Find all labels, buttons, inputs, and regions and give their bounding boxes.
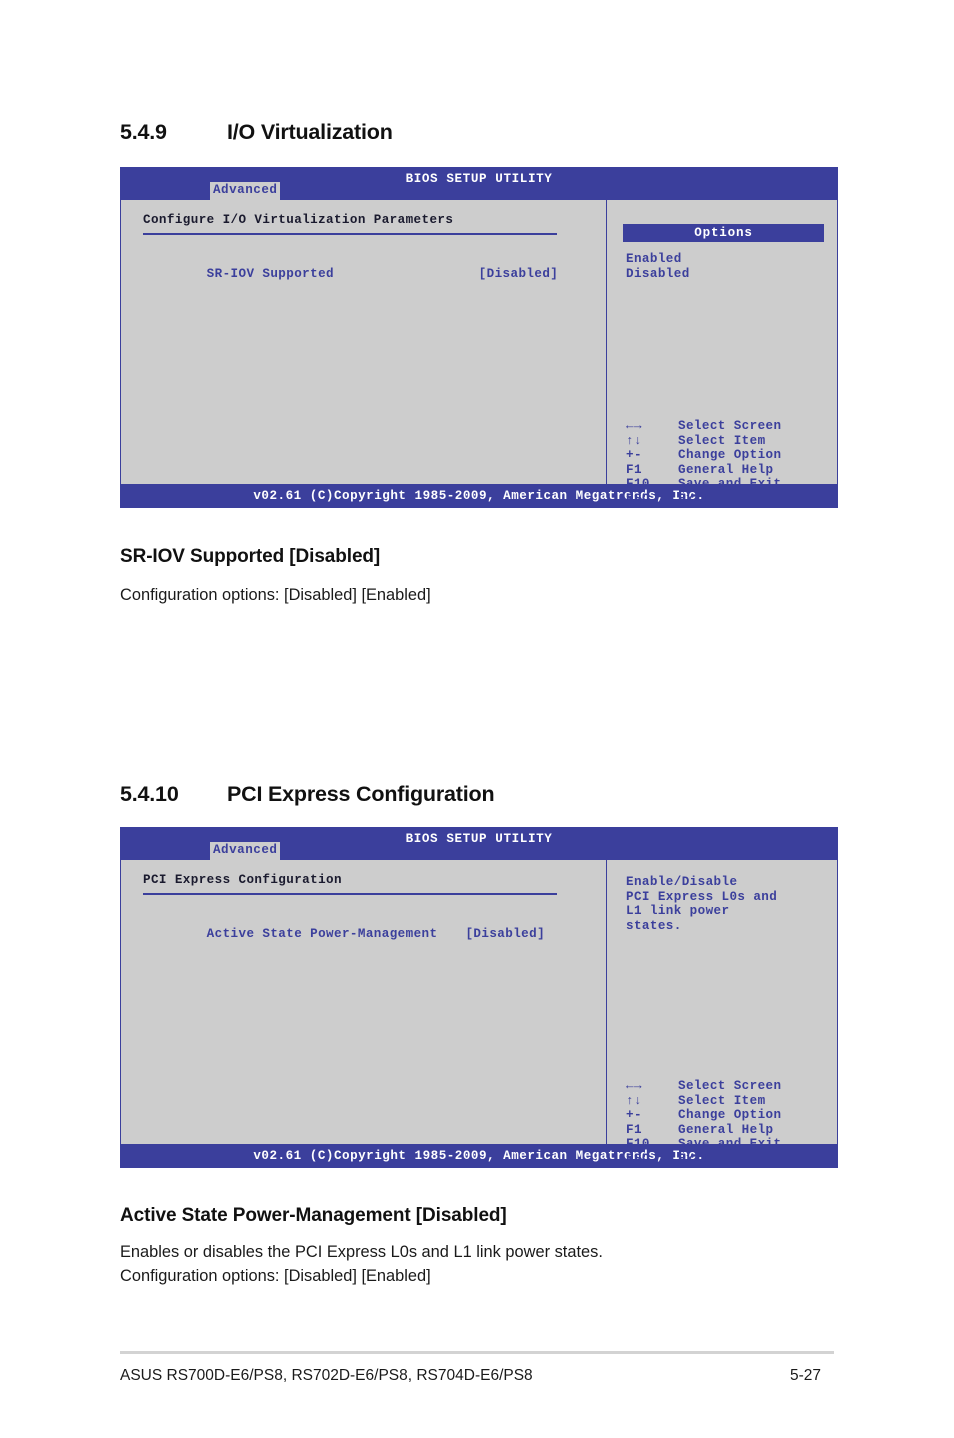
key-glyph-select-item: ↑↓ (626, 1093, 642, 1108)
tab-advanced[interactable]: Advanced (210, 842, 281, 860)
description-body-sr-iov: Configuration options: [Disabled] [Enabl… (120, 584, 431, 608)
section-title: I/O Virtualization (227, 120, 393, 144)
key-legend-row: F10 Save and Exit (626, 1137, 781, 1152)
bios-titlebar: BIOS SETUP UTILITY Advanced (120, 167, 838, 200)
key-legend-row: F1 General Help (626, 463, 781, 478)
help-line: L1 link power (626, 904, 730, 919)
setting-label: Active State Power-Management (206, 927, 438, 942)
key-glyph-save-and-exit: F10 (626, 477, 650, 492)
setting-row-active-state-power-management[interactable]: Active State Power-Management [Disabled] (143, 913, 606, 957)
group-title: Configure I/O Virtualization Parameters (143, 213, 454, 227)
help-line: PCI Express L0s and (626, 889, 778, 904)
help-text: Enable/Disable PCI Express L0s and L1 li… (626, 875, 837, 933)
options-list: Enabled Disabled (626, 252, 837, 281)
section-heading-5-4-10: 5.4.10 PCI Express Configuration (120, 782, 495, 807)
key-glyph-save-and-exit: F10 (626, 1137, 650, 1152)
key-legend-row: ←→ Select Screen (626, 1079, 781, 1094)
group-divider (143, 232, 557, 235)
key-desc-select-item: Select Item (678, 1093, 766, 1108)
description-heading-aspm: Active State Power-Management [Disabled] (120, 1205, 507, 1226)
key-legend-row: F1 General Help (626, 1123, 781, 1138)
bios-titlebar: BIOS SETUP UTILITY Advanced (120, 827, 838, 860)
key-glyph-exit: ESC (626, 491, 650, 506)
footer-divider (120, 1351, 834, 1354)
setting-value[interactable]: [Disabled] (465, 927, 545, 942)
key-legend-row: +- Change Option (626, 448, 781, 463)
key-desc-change-option: Change Option (678, 448, 782, 463)
bios-screen-io-virtualization: BIOS SETUP UTILITY Advanced Configure I/… (120, 167, 838, 508)
key-desc-save-and-exit: Save and Exit (678, 477, 782, 492)
key-glyph-select-screen: ←→ (626, 1079, 642, 1093)
settings-pane: PCI Express Configuration Active State P… (121, 860, 607, 1145)
bios-body: Configure I/O Virtualization Parameters … (120, 200, 838, 506)
key-desc-save-and-exit: Save and Exit (678, 1137, 782, 1152)
key-glyph-general-help: F1 (626, 1122, 642, 1137)
help-line: Enable/Disable (626, 875, 738, 889)
group-title: PCI Express Configuration (143, 873, 342, 887)
key-glyph-general-help: F1 (626, 462, 642, 477)
description-line: Enables or disables the PCI Express L0s … (120, 1243, 603, 1261)
key-legend-row: ESC Exit (626, 1152, 781, 1167)
key-glyph-select-item: ↑↓ (626, 433, 642, 448)
key-legend: ←→ Select Screen ↑↓ Select Item +- Chang… (626, 1079, 781, 1167)
help-pane: Options Enabled Disabled ←→ Select Scree… (607, 200, 837, 506)
section-heading-5-4-9: 5.4.9 I/O Virtualization (120, 120, 393, 145)
section-number: 5.4.10 (120, 782, 179, 806)
options-header: Options (623, 224, 824, 242)
key-legend-row: F10 Save and Exit (626, 477, 781, 492)
key-glyph-change-option: +- (626, 448, 642, 463)
key-desc-general-help: General Help (678, 462, 774, 477)
key-legend-row: ↑↓ Select Item (626, 434, 781, 449)
key-legend-row: +- Change Option (626, 1108, 781, 1123)
bios-body: PCI Express Configuration Active State P… (120, 860, 838, 1166)
key-desc-exit: Exit (678, 491, 710, 506)
key-legend-row: ↑↓ Select Item (626, 1094, 781, 1109)
footer-page-number: 5-27 (790, 1367, 822, 1384)
description-body-aspm: Enables or disables the PCI Express L0s … (120, 1241, 603, 1288)
key-desc-select-screen: Select Screen (678, 1079, 782, 1093)
key-glyph-select-screen: ←→ (626, 419, 642, 433)
section-title: PCI Express Configuration (227, 782, 495, 806)
option-item[interactable]: Disabled (626, 267, 837, 282)
description-line: Configuration options: [Disabled] [Enabl… (120, 1266, 431, 1285)
help-line: states. (626, 918, 682, 933)
group-divider (143, 892, 557, 895)
setting-row-sr-iov-supported[interactable]: SR-IOV Supported [Disabled] (143, 253, 606, 297)
key-desc-exit: Exit (678, 1151, 710, 1166)
key-desc-change-option: Change Option (678, 1108, 782, 1123)
key-legend: ←→ Select Screen ↑↓ Select Item +- Chang… (626, 419, 781, 507)
section-number: 5.4.9 (120, 120, 167, 144)
help-pane: Enable/Disable PCI Express L0s and L1 li… (607, 860, 837, 1166)
setting-value[interactable]: [Disabled] (479, 267, 559, 282)
footer-product-models: ASUS RS700D-E6/PS8, RS702D-E6/PS8, RS704… (120, 1367, 533, 1384)
key-desc-select-item: Select Item (678, 433, 766, 448)
tab-advanced[interactable]: Advanced (210, 182, 281, 200)
bios-screen-pci-express-configuration: BIOS SETUP UTILITY Advanced PCI Express … (120, 827, 838, 1168)
description-line: Configuration options: [Disabled] [Enabl… (120, 586, 431, 604)
key-desc-general-help: General Help (678, 1122, 774, 1137)
key-glyph-exit: ESC (626, 1151, 650, 1166)
setting-label: SR-IOV Supported (206, 267, 334, 282)
description-heading-sr-iov: SR-IOV Supported [Disabled] (120, 546, 381, 567)
key-desc-select-screen: Select Screen (678, 419, 782, 433)
key-legend-row: ←→ Select Screen (626, 419, 781, 434)
settings-pane: Configure I/O Virtualization Parameters … (121, 200, 607, 485)
key-legend-row: ESC Exit (626, 492, 781, 507)
option-item[interactable]: Enabled (626, 252, 837, 267)
key-glyph-change-option: +- (626, 1108, 642, 1123)
